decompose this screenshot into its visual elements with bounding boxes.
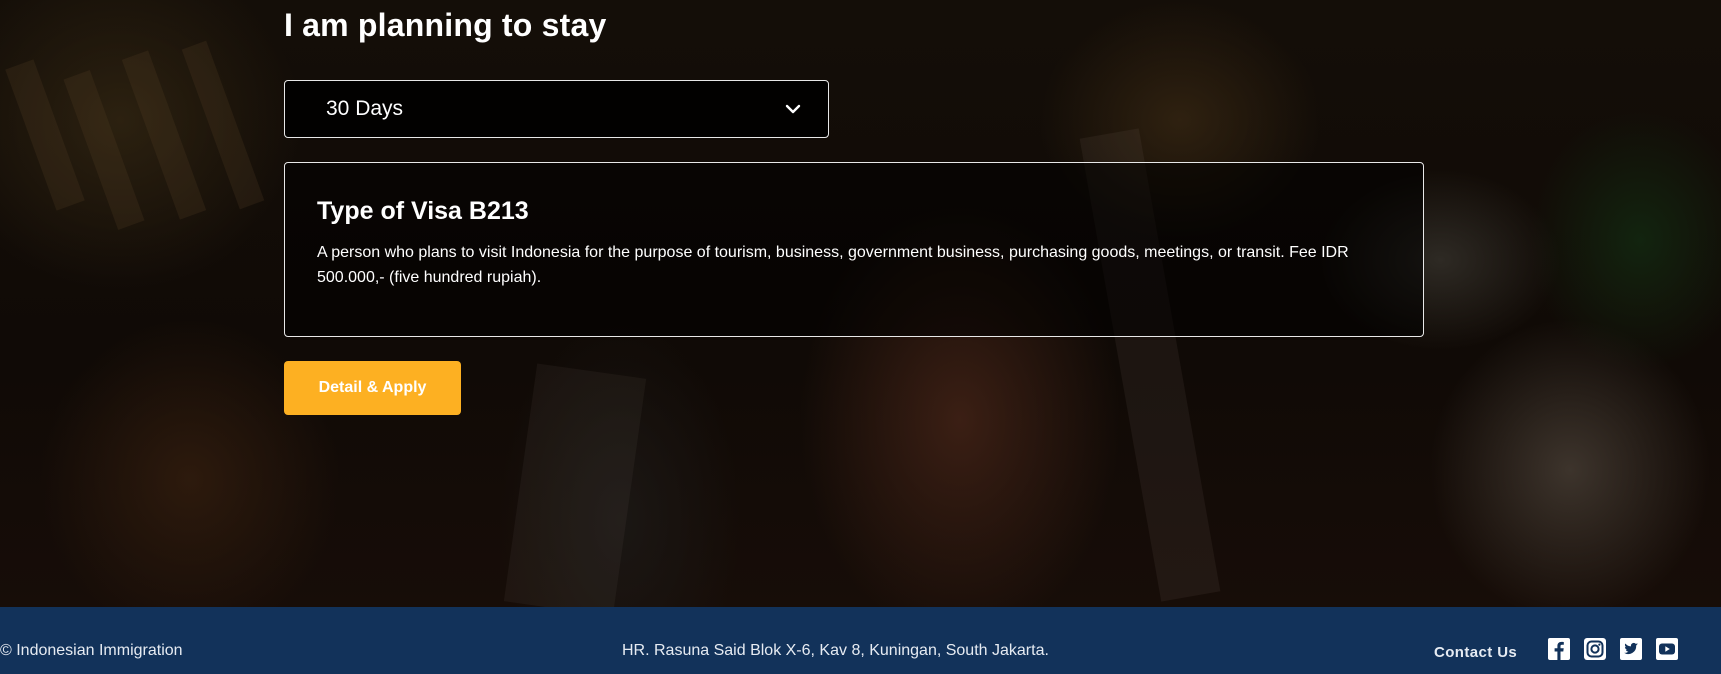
- contact-us-link[interactable]: Contact Us: [1434, 644, 1517, 661]
- visa-description: A person who plans to visit Indonesia fo…: [317, 244, 1349, 286]
- facebook-icon[interactable]: [1547, 637, 1571, 661]
- footer-address: HR. Rasuna Said Blok X-6, Kav 8, Kuninga…: [622, 642, 1049, 659]
- footer: © Indonesian Immigration HR. Rasuna Said…: [0, 607, 1721, 674]
- youtube-icon[interactable]: [1655, 637, 1679, 661]
- stay-duration-select[interactable]: 30 Days: [284, 80, 829, 138]
- detail-apply-button[interactable]: Detail & Apply: [284, 361, 461, 415]
- footer-copyright: © Indonesian Immigration: [0, 642, 183, 659]
- instagram-icon[interactable]: [1583, 637, 1607, 661]
- visa-type-title: Type of Visa B213: [317, 197, 529, 225]
- page-heading: I am planning to stay: [284, 7, 607, 43]
- twitter-icon[interactable]: [1619, 637, 1643, 661]
- chevron-down-icon: [784, 100, 802, 118]
- visa-info-card: Type of Visa B213 A person who plans to …: [284, 162, 1424, 337]
- stay-duration-value: 30 Days: [326, 97, 404, 120]
